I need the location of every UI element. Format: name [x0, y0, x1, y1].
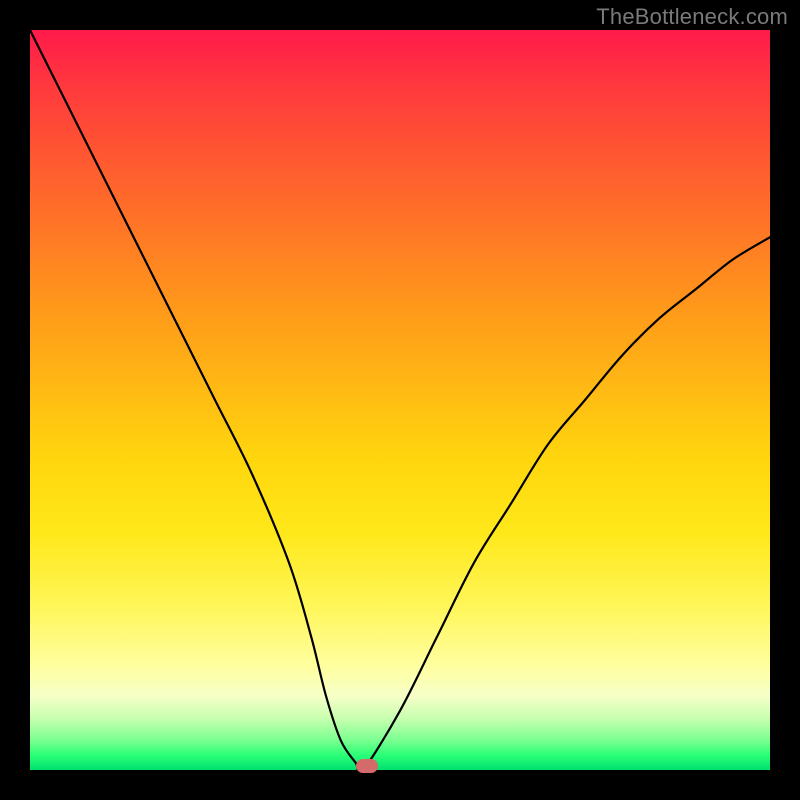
chart-frame: TheBottleneck.com	[0, 0, 800, 800]
plot-area	[30, 30, 770, 770]
optimum-marker	[356, 759, 378, 773]
bottleneck-curve	[30, 30, 770, 770]
watermark-text: TheBottleneck.com	[596, 4, 788, 30]
